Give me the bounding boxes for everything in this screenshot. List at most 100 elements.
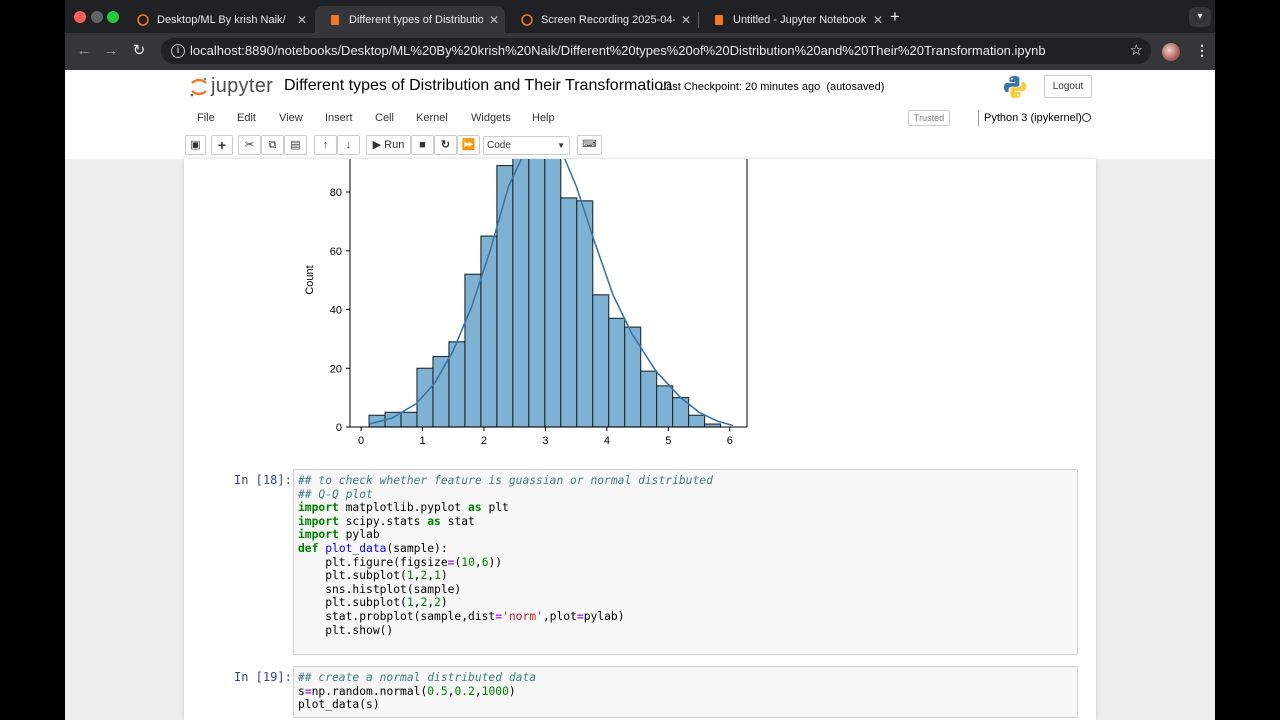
forward-icon[interactable]: → [100,41,122,61]
cell-type-select[interactable]: Code ▼ [483,136,570,155]
code-token: matplotlib.pyplot [338,501,469,515]
code-cell-input[interactable]: ## to check whether feature is guassian … [293,469,1078,655]
profile-avatar[interactable] [1162,43,1180,61]
code-line: plt.subplot(1,2,2) [298,596,1073,610]
menu-widgets[interactable]: Widgets [471,112,511,124]
code-token: ## create a normal distributed data [298,671,537,684]
notebook-title[interactable]: Different types of Distribution and Thei… [284,77,672,95]
maximize-window-button[interactable] [107,11,119,23]
cell-prompt: In [18]: [234,473,292,487]
back-icon[interactable]: ← [73,41,95,61]
browser-tab[interactable]: Untitled - Jupyter Notebook ✕ [699,6,889,33]
close-window-button[interactable] [74,11,86,23]
python-logo-icon [1004,76,1026,98]
kernel-idle-indicator-icon [1082,113,1091,122]
histogram-bar [656,385,674,428]
code-token: plot_data [325,541,387,555]
x-tick-label: 3 [542,435,548,447]
code-token: 1 [434,569,441,583]
histogram-bar [416,367,434,428]
new-tab-button[interactable]: + [890,7,900,27]
code-line: plot_data(s) [298,698,1073,712]
histogram-bar [512,159,530,428]
site-info-icon[interactable]: i [171,44,185,58]
code-token: plt.figure(figsize [298,555,448,569]
restart-icon[interactable]: ↻ [434,135,457,155]
insert-cell-below-button[interactable]: + [211,135,233,155]
move-down-icon[interactable]: ↓ [337,135,360,155]
browser-tab[interactable]: Desktop/ML By krish Naik/ ✕ [123,6,313,33]
run-button[interactable]: ▶ Run [366,135,411,155]
menu-help[interactable]: Help [532,112,555,124]
browser-tab[interactable]: Screen Recording 2025-04-0 ✕ [507,6,697,33]
move-up-icon[interactable]: ↑ [314,135,337,155]
code-token: np.random.normal( [311,684,428,698]
bookmark-star-icon[interactable]: ☆ [1130,41,1143,59]
x-tick-label: 1 [419,435,425,447]
cut-icon[interactable]: ✂ [238,135,261,155]
notebook-favicon-icon [331,14,339,25]
menu-edit[interactable]: Edit [237,112,256,124]
copy-icon[interactable]: ⧉ [261,135,284,155]
autosave-status: (autosaved) [826,81,885,93]
tab-search-icon[interactable]: ▾ [1189,7,1211,27]
play-icon: ▶ [372,139,382,151]
code-token: 2 [434,596,441,610]
jupyter-logo-text: jupyter [211,75,274,97]
tab-close-icon[interactable]: ✕ [675,13,697,27]
menu-insert[interactable]: Insert [325,112,353,124]
trusted-badge[interactable]: Trusted [908,110,950,126]
code-token: import [298,514,339,528]
y-tick-label: 0 [336,422,342,434]
restart-run-all-icon[interactable]: ⏩ [457,135,480,155]
browser-tab-active[interactable]: Different types of Distribution ✕ [315,6,505,33]
tab-close-icon[interactable]: ✕ [291,13,313,27]
minimize-window-button[interactable] [91,11,103,23]
address-bar[interactable]: i localhost:8890/notebooks/Desktop/ML%20… [161,38,1151,64]
code-token: import [298,501,339,515]
notebook-favicon-icon [715,14,723,25]
code-token: as [427,514,441,528]
jupyter-logo-icon[interactable] [189,76,209,98]
menu-kernel[interactable]: Kernel [416,112,448,124]
logout-button[interactable]: Logout [1044,75,1092,98]
y-axis-label: Count [304,265,316,294]
jupyter-favicon-icon [521,13,533,26]
checkpoint-text: Last Checkpoint: 20 minutes ago [660,81,821,93]
url-text: localhost:8890/notebooks/Desktop/ML%20By… [190,43,1046,58]
x-tick-label: 5 [665,435,671,447]
code-token: plt [481,501,509,515]
histogram-bar [640,370,658,428]
tab-close-icon[interactable]: ✕ [867,13,889,27]
kernel-name[interactable]: Python 3 (ipykernel) [984,112,1082,124]
kernel-divider [978,110,979,126]
histogram-bar [592,294,610,428]
code-token: ) [508,684,516,698]
menu-cell[interactable]: Cell [375,112,394,124]
tab-close-icon[interactable]: ✕ [483,13,505,27]
code-line: import pylab [298,528,1073,542]
checkpoint-status: Last Checkpoint: 20 minutes ago (autosav… [660,81,884,93]
code-line: import scipy.stats as stat [298,515,1073,529]
menu-file[interactable]: File [197,112,215,124]
save-icon[interactable]: ▣ [185,135,206,155]
reload-icon[interactable]: ↻ [128,41,150,61]
code-token: ## to check whether feature is guassian … [298,474,713,487]
x-tick-label: 0 [358,435,364,447]
code-token: 'norm' [502,609,543,623]
y-tick-label: 40 [330,305,342,317]
code-token: sns.histplot(sample) [298,582,462,596]
histogram-bar [528,159,546,428]
interrupt-icon[interactable]: ■ [411,135,434,155]
command-palette-icon[interactable]: ⌨ [577,135,602,155]
histogram-bar [608,317,626,428]
code-cell-input[interactable]: ## create a normal distributed data s=np.… [293,666,1078,718]
menu-view[interactable]: View [279,112,303,124]
histogram-bar [480,235,498,428]
x-tick-label: 2 [481,435,487,447]
code-token: = [304,684,312,698]
notebook-container: 0 1 2 3 4 5 6 0 20 40 60 80 Count In [18]: ## to che… [184,159,1096,720]
code-token: 1 [406,596,414,610]
browser-menu-icon[interactable]: ⋮ [1195,42,1209,59]
paste-icon[interactable]: ▤ [284,135,307,155]
